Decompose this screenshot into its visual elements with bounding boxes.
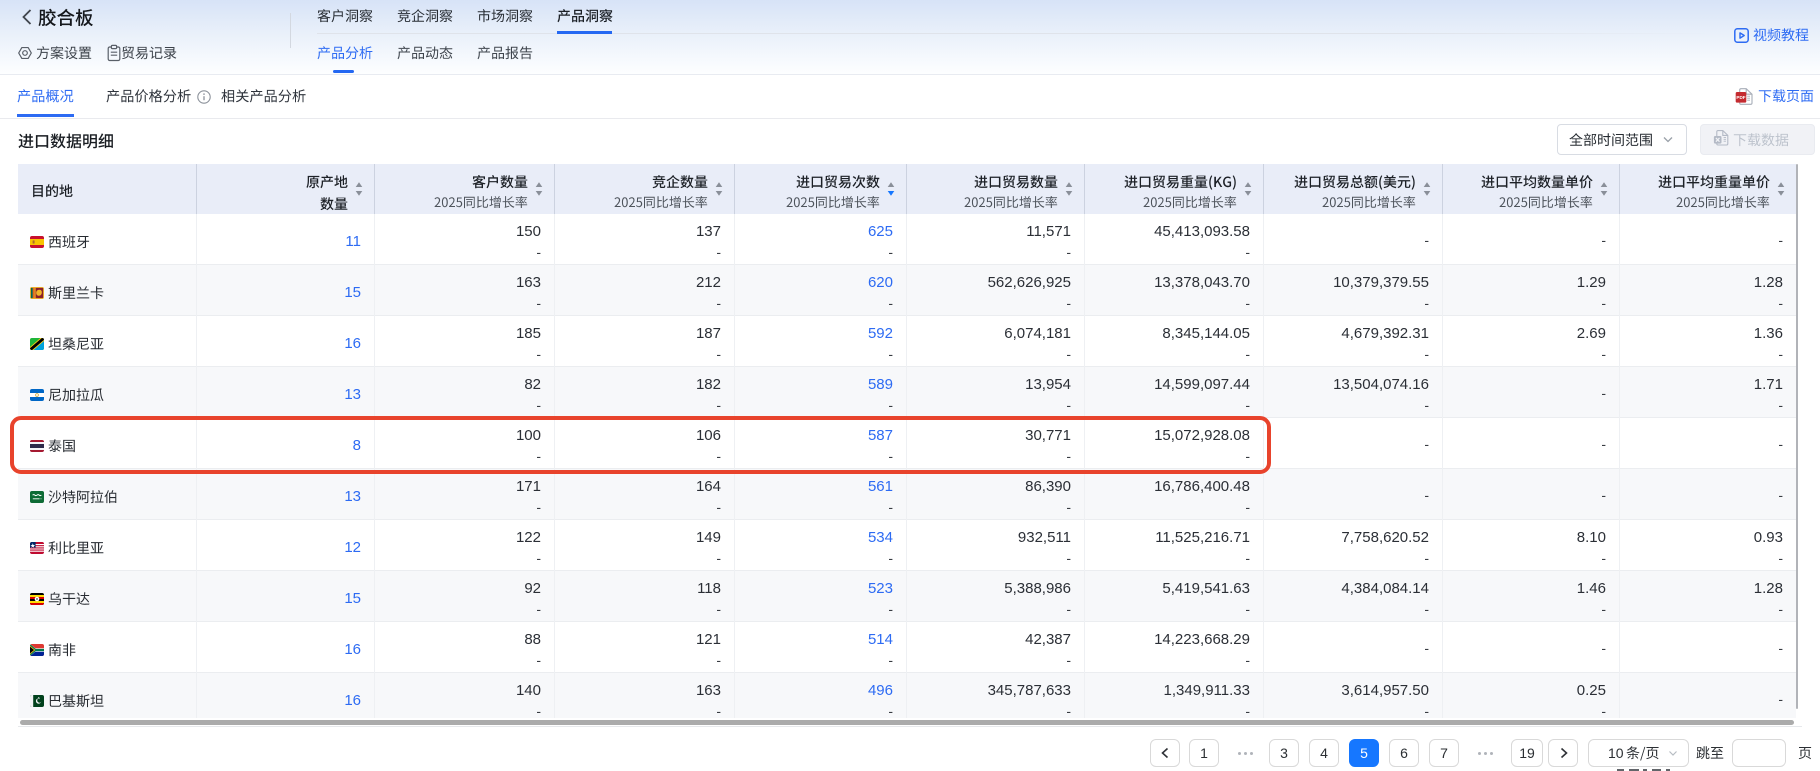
svg-text:PDF: PDF [1736,95,1745,100]
